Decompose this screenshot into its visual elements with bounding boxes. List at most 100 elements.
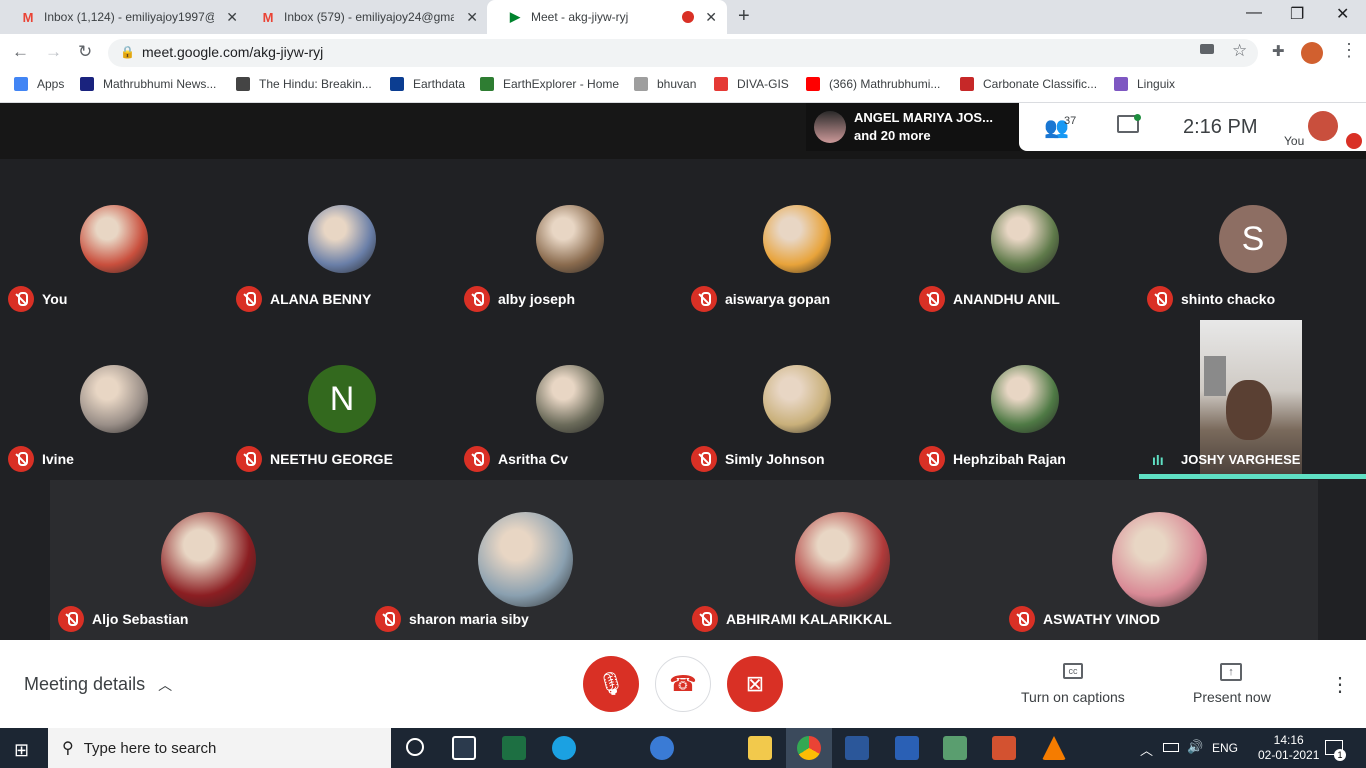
participant-label: ASWATHY VINOD [1009, 606, 1160, 632]
active-speaker-chip[interactable]: ANGEL MARIYA JOS... and 20 more [806, 103, 1020, 151]
bookmark-icon [960, 77, 974, 91]
participant-label: NEETHU GEORGE [236, 446, 393, 472]
mic-off-icon [919, 286, 945, 312]
participant-avatar [536, 205, 604, 273]
participant-label: shinto chacko [1147, 286, 1275, 312]
participant-label: ALANA BENNY [236, 286, 371, 312]
new-tab-icon[interactable]: + [738, 5, 750, 28]
task-view-icon[interactable] [452, 736, 476, 760]
bookmark-item[interactable]: The Hindu: Breakin... [236, 77, 372, 91]
bookmark-item[interactable]: (366) Mathrubhumi... [806, 77, 940, 91]
bookmark-label: Linguix [1137, 77, 1176, 91]
bookmark-label: Mathrubhumi News... [103, 77, 217, 91]
back-icon[interactable]: ← [12, 42, 29, 62]
meeting-details-button[interactable]: Meeting details ︿ [24, 674, 172, 695]
menu-icon[interactable]: ⋮ [1340, 40, 1358, 61]
gmail-icon: M [22, 9, 34, 25]
leave-call-button[interactable]: ☎ [655, 656, 711, 712]
excel-icon[interactable] [502, 736, 526, 760]
bookmark-label: Apps [37, 77, 65, 91]
bookmark-label: bhuvan [657, 77, 697, 91]
star-icon[interactable]: ☆ [1232, 41, 1247, 61]
forward-icon[interactable]: → [45, 42, 62, 62]
participant-label: ABHIRAMI KALARIKKAL [692, 606, 892, 632]
participant-label: Aljo Sebastian [58, 606, 188, 632]
close-icon[interactable]: ✕ [466, 9, 478, 26]
search-icon: ⚲ [62, 740, 74, 757]
reload-icon[interactable]: ↻ [78, 42, 92, 62]
participant-name: You [42, 291, 68, 307]
profile-avatar[interactable] [1301, 42, 1323, 64]
volume-icon[interactable]: 🔊 [1187, 739, 1203, 755]
camera-icon[interactable] [1200, 44, 1214, 54]
minimize-icon[interactable]: — [1246, 4, 1262, 22]
bookmark-item[interactable]: Linguix [1114, 77, 1175, 91]
camera-off-icon: ⊠ [745, 671, 765, 696]
notification-badge: 1 [1334, 749, 1346, 761]
present-icon[interactable]: ↑ [1220, 663, 1242, 681]
bookmark-item[interactable]: Apps [14, 77, 64, 91]
windows-start-icon[interactable]: ⊞ [14, 740, 29, 761]
participant-avatar [763, 205, 831, 273]
arcgis-icon[interactable] [943, 736, 967, 760]
bookmark-icon [634, 77, 648, 91]
taskbar-clock[interactable]: 14:16 02-01-2021 [1258, 733, 1319, 763]
extensions-icon[interactable]: ✚ [1272, 42, 1285, 60]
mic-toggle-button[interactable]: 🎙 [583, 656, 639, 712]
participant-avatar [161, 512, 256, 607]
edge-icon[interactable] [552, 736, 576, 760]
participant-name: sharon maria siby [409, 611, 529, 627]
language-indicator[interactable]: ENG [1212, 741, 1238, 755]
bookmark-item[interactable]: EarthExplorer - Home [480, 77, 619, 91]
participant-name: alby joseph [498, 291, 576, 307]
bookmark-item[interactable]: Mathrubhumi News... [80, 77, 216, 91]
battery-icon[interactable] [1163, 743, 1179, 752]
chrome-icon[interactable] [797, 736, 821, 760]
more-options-icon[interactable]: ⋮ [1330, 672, 1350, 697]
app-icon[interactable] [895, 736, 919, 760]
meet-icon: ▶ [510, 9, 520, 24]
bookmark-item[interactable]: Carbonate Classific... [960, 77, 1097, 91]
url-text[interactable]: meet.google.com/akg-jiyw-ryj [142, 44, 323, 60]
bookmark-label: Earthdata [413, 77, 466, 91]
tab-gmail-1[interactable]: M Inbox (1,124) - emiliyajoy1997@g ✕ [0, 0, 248, 34]
recording-icon [682, 11, 694, 23]
self-mic-off-icon [1346, 133, 1362, 149]
tray-chevron-icon[interactable]: ︿ [1140, 740, 1153, 759]
participant-avatar [308, 205, 376, 273]
mic-off-icon [8, 286, 34, 312]
bookmark-label: DIVA-GIS [737, 77, 789, 91]
bookmark-label: Carbonate Classific... [983, 77, 1098, 91]
bookmark-icon [236, 77, 250, 91]
bookmark-item[interactable]: bhuvan [634, 77, 696, 91]
captions-button[interactable]: Turn on captions [1021, 689, 1125, 705]
tab-gmail-2[interactable]: M Inbox (579) - emiliyajoy24@gmai ✕ [240, 0, 488, 34]
participant-avatar [80, 365, 148, 433]
chat-badge [1134, 114, 1141, 121]
participant-name: Hephzibah Rajan [953, 451, 1066, 467]
participant-avatar [1112, 512, 1207, 607]
cortana-icon[interactable] [406, 738, 424, 756]
bookmark-item[interactable]: DIVA-GIS [714, 77, 789, 91]
close-icon[interactable]: ✕ [705, 9, 717, 26]
bookmark-icon [390, 77, 404, 91]
self-label: You [1284, 134, 1305, 148]
powerpoint-icon[interactable] [992, 736, 1016, 760]
camera-toggle-button[interactable]: ⊠ [727, 656, 783, 712]
maximize-icon[interactable]: ❐ [1290, 4, 1304, 24]
file-explorer-icon[interactable] [748, 736, 772, 760]
participant-count: 37 [1064, 115, 1077, 127]
captions-icon[interactable]: cc [1063, 663, 1083, 679]
close-icon[interactable]: ✕ [226, 9, 238, 26]
present-button[interactable]: Present now [1193, 689, 1271, 705]
mic-off-icon [8, 446, 34, 472]
tab-meet[interactable]: ▶ Meet - akg-jiyw-ryj ✕ [487, 0, 727, 34]
bookmark-item[interactable]: Earthdata [390, 77, 465, 91]
participant-name: Simly Johnson [725, 451, 825, 467]
meeting-details-label: Meeting details [24, 674, 146, 694]
audio-level-icon: ılı [1152, 452, 1164, 468]
word-icon[interactable] [845, 736, 869, 760]
window-close-icon[interactable]: ✕ [1336, 4, 1349, 24]
search-app-icon[interactable] [650, 736, 674, 760]
taskbar-search[interactable]: ⚲ Type here to search [48, 728, 391, 768]
